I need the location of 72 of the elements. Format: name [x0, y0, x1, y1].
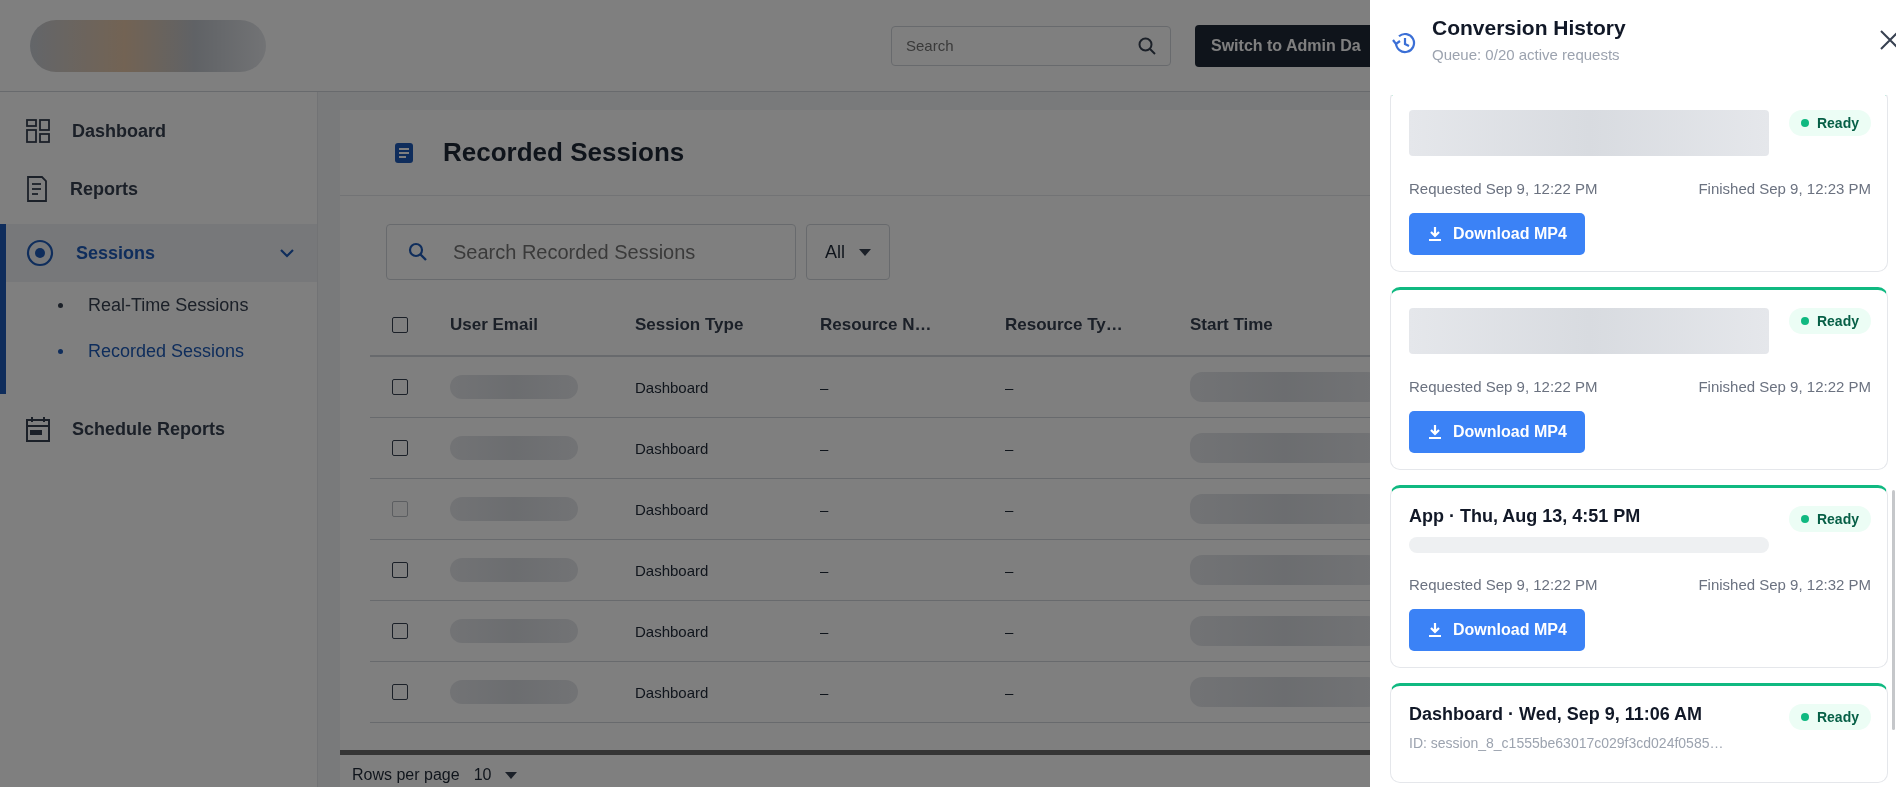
document-icon — [26, 176, 48, 202]
sidebar-item[interactable]: Sessions — [6, 224, 317, 282]
conversion-title: App · Thu, Aug 13, 4:51 PM — [1409, 506, 1642, 527]
column-header[interactable]: Session Type — [635, 314, 820, 335]
search-field[interactable]: Search Recorded Sessions — [386, 224, 796, 280]
download-button[interactable]: Download MP4 — [1409, 609, 1585, 651]
filter-dropdown[interactable]: All — [806, 224, 890, 280]
status-badge: Ready — [1788, 704, 1871, 730]
table-cell-text: – — [1005, 439, 1015, 457]
checkbox[interactable] — [392, 562, 408, 578]
table-cell-text: – — [1005, 500, 1015, 518]
download-button[interactable]: Download MP4 — [1409, 213, 1585, 255]
status-badge: Ready — [1788, 308, 1871, 334]
table-cell-text: Dashboard — [635, 439, 710, 457]
download-icon — [1429, 227, 1441, 241]
requested-time: Requested Sep 9, 12:22 PM — [1409, 378, 1598, 395]
page-title: Recorded Sessions — [443, 137, 685, 168]
table-cell-text: Dashboard — [635, 500, 710, 518]
grid-icon — [26, 119, 50, 143]
table-cell-text: – — [1005, 622, 1015, 640]
queue-status: Queue: 0/20 active requests — [1432, 46, 1621, 63]
table-cell-text: – — [820, 439, 830, 457]
close-icon[interactable] — [1880, 30, 1896, 50]
column-header[interactable]: Resource N… — [820, 314, 1005, 335]
column-header[interactable]: User Email — [450, 314, 635, 335]
finished-time: Finished Sep 9, 12:23 PM — [1698, 180, 1871, 197]
table-cell-text: – — [820, 561, 830, 579]
table-cell-text: Dashboard — [635, 622, 710, 640]
table-cell-text: – — [1005, 561, 1015, 579]
table-cell-text: – — [820, 378, 830, 396]
requested-time: Requested Sep 9, 12:22 PM — [1409, 180, 1598, 197]
download-icon — [1429, 623, 1441, 637]
sidebar-subitem[interactable]: Real-Time Sessions — [6, 282, 317, 328]
document-icon — [395, 142, 413, 163]
checkbox[interactable] — [392, 623, 408, 639]
sidebar-item[interactable]: Reports — [6, 160, 317, 218]
table-cell-text: Dashboard — [635, 378, 710, 396]
drawer-title: Conversion History — [1432, 16, 1627, 40]
status-badge: Ready — [1788, 506, 1871, 532]
checkbox[interactable] — [392, 684, 408, 700]
download-button[interactable]: Download MP4 — [1409, 411, 1585, 453]
scrollbar[interactable] — [1892, 490, 1895, 730]
download-icon — [1429, 425, 1441, 439]
column-header[interactable]: Resource Ty… — [1005, 314, 1190, 335]
finished-time: Finished Sep 9, 12:32 PM — [1698, 576, 1871, 593]
rows-per-page-label: Rows per page — [352, 766, 460, 784]
table-cell-text: – — [820, 622, 830, 640]
search-icon — [1137, 35, 1157, 56]
table-cell-text: – — [1005, 683, 1015, 701]
sidebar-item[interactable]: Schedule Reports — [6, 400, 317, 458]
table-cell-text: Dashboard — [635, 561, 710, 579]
sidebar-subitem[interactable]: Recorded Sessions — [6, 328, 317, 374]
session-id: ID: session_8_c1555be63017c029f3cd024f0585… — [1409, 735, 1724, 751]
rows-per-page-dropdown[interactable]: 10 — [473, 766, 492, 784]
table-cell-text: Dashboard — [635, 683, 710, 701]
table-cell-text: – — [820, 683, 830, 701]
requested-time: Requested Sep 9, 12:22 PM — [1409, 576, 1598, 593]
calendar-icon — [26, 416, 50, 442]
checkbox[interactable] — [392, 316, 408, 333]
checkbox[interactable] — [392, 440, 408, 456]
caret-icon — [505, 771, 518, 779]
history-icon — [1392, 32, 1416, 54]
status-badge: Ready — [1788, 110, 1871, 136]
conversion-title: Dashboard · Wed, Sep 9, 11:06 AM — [1409, 704, 1704, 725]
table-cell-text: – — [1005, 378, 1015, 396]
checkbox[interactable] — [392, 379, 408, 395]
sidebar-item[interactable]: Dashboard — [6, 102, 317, 160]
radio-circle-icon — [26, 239, 54, 267]
search-field[interactable]: Search — [891, 25, 1171, 66]
caret-icon — [859, 248, 871, 256]
table-cell-text: – — [820, 500, 830, 518]
finished-time: Finished Sep 9, 12:22 PM — [1698, 378, 1871, 395]
